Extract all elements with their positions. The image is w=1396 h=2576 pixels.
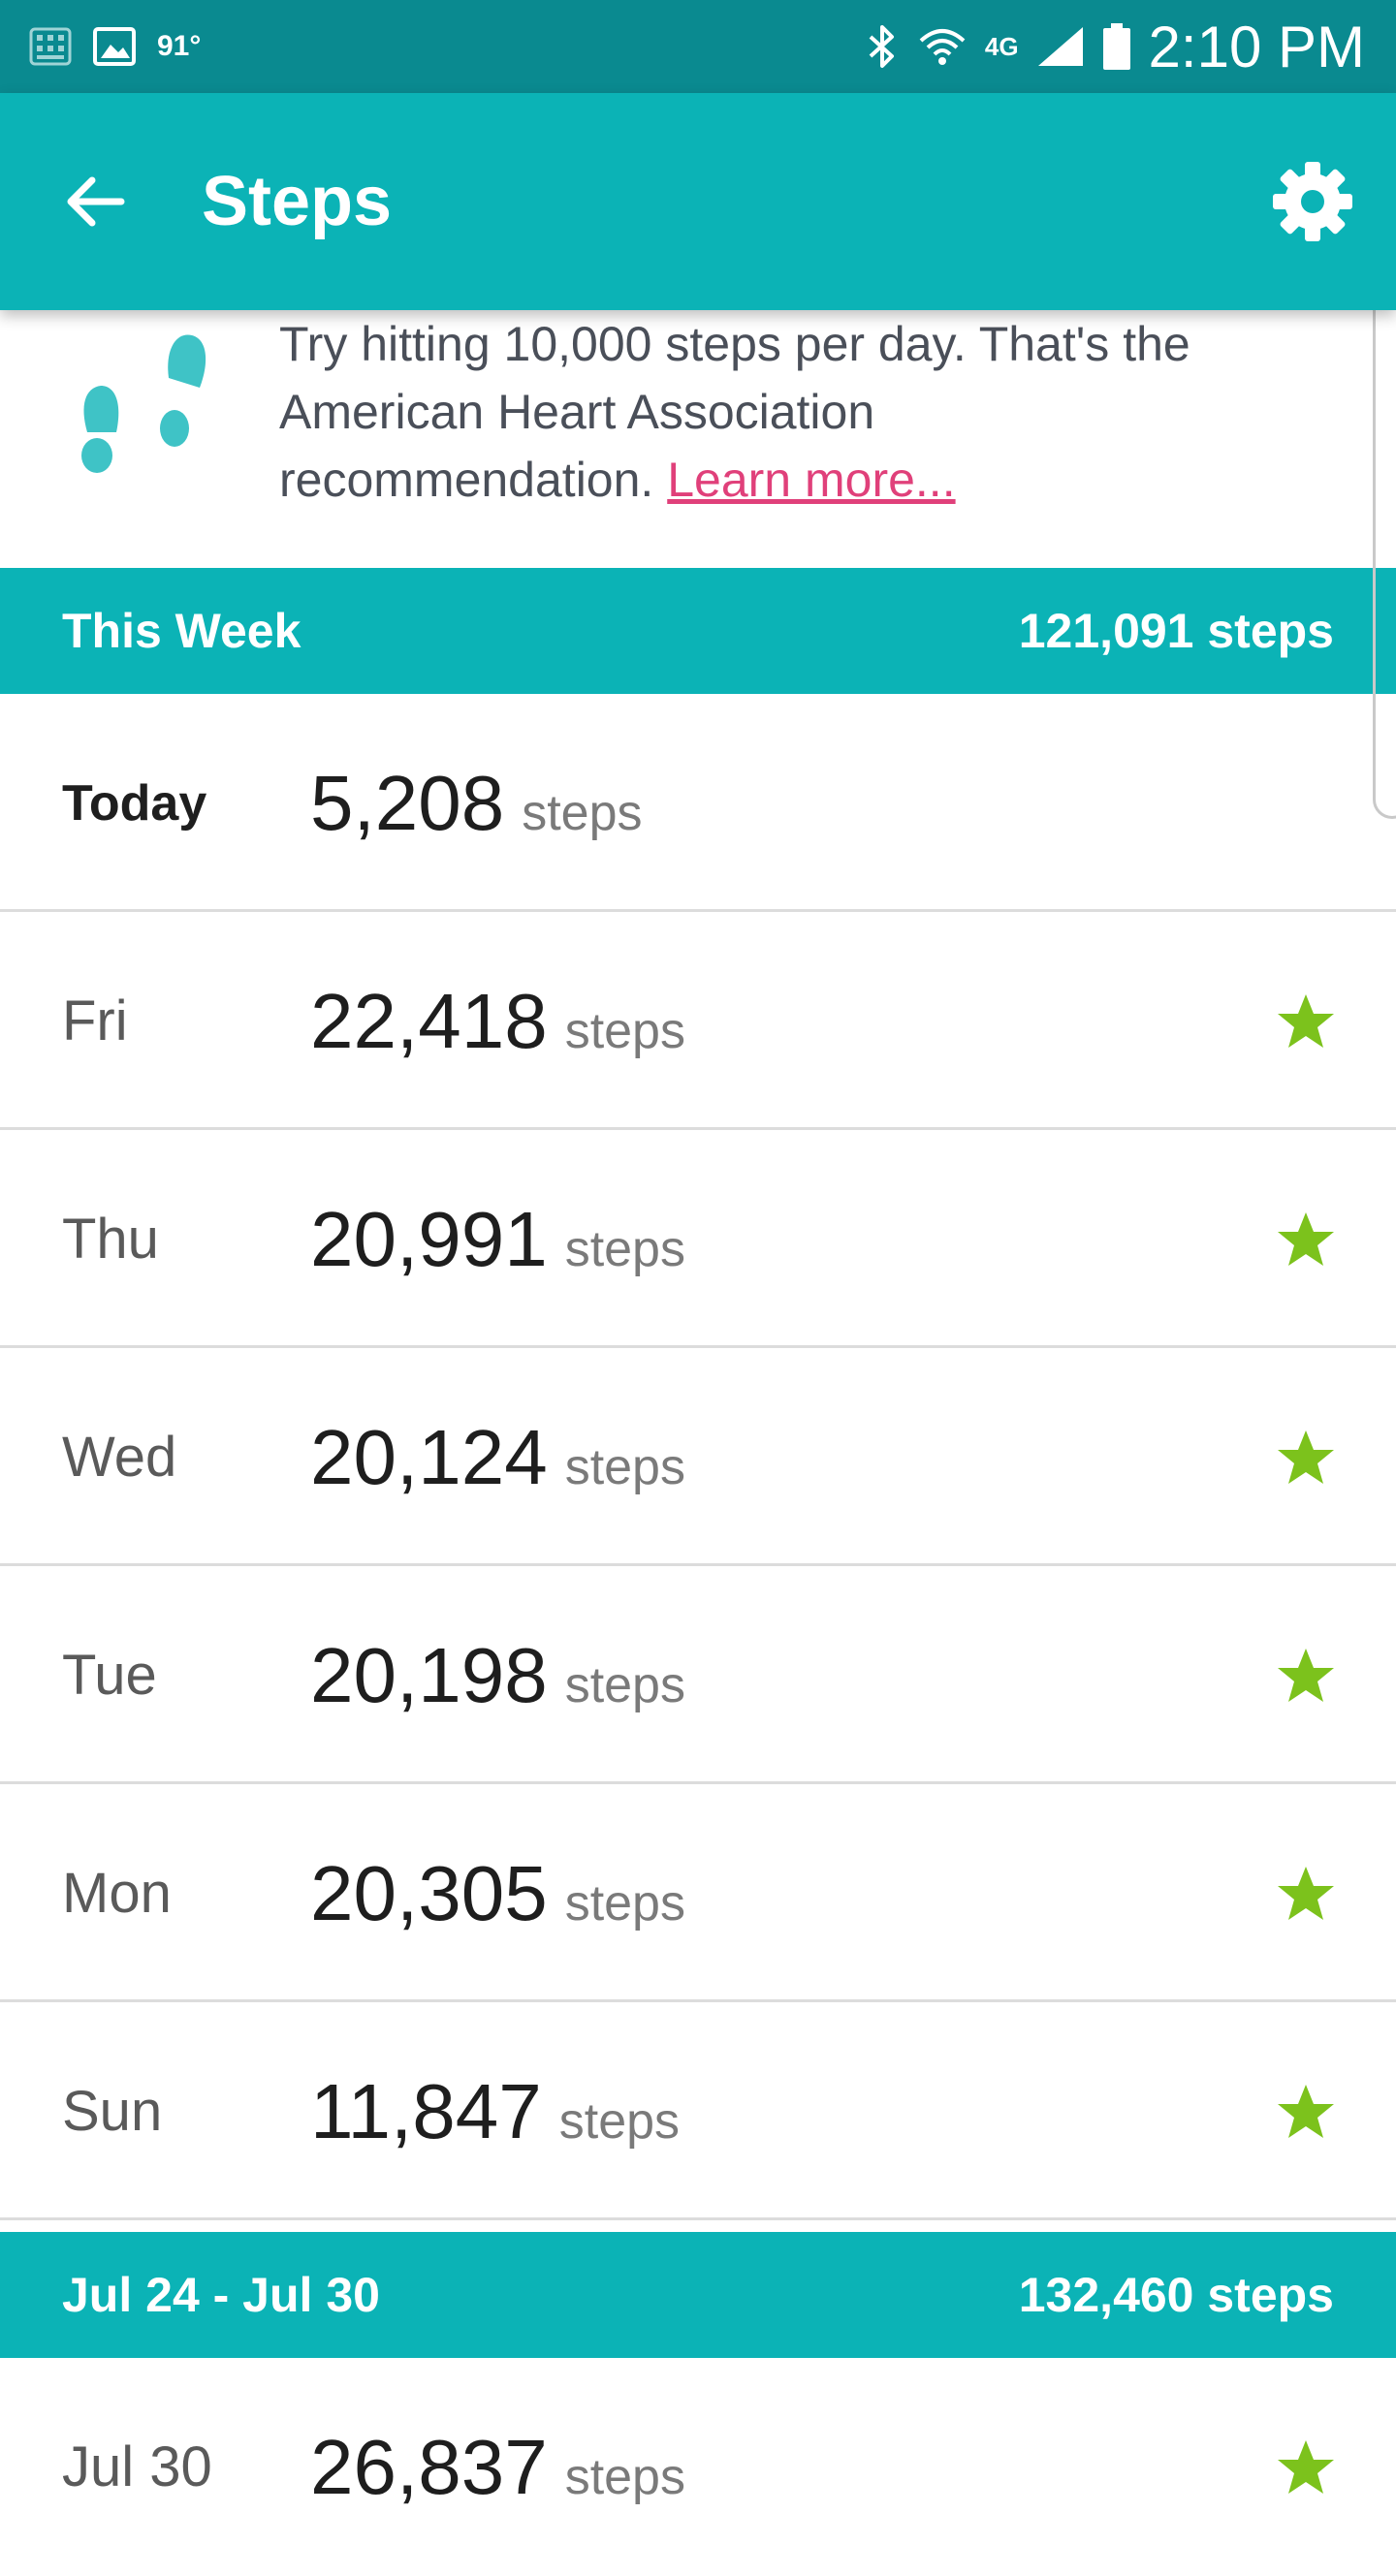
step-number: 22,418 [310,977,548,1064]
goal-met-star-icon [1276,1130,1336,1348]
step-number: 20,991 [310,1195,548,1282]
goal-met-star-icon [1276,1566,1336,1784]
settings-button[interactable] [1266,155,1359,248]
clock: 2:10 PM [1148,14,1365,79]
goal-met-star-icon [1276,2358,1336,2576]
prev-week-header: Jul 24 - Jul 30 132,460 steps [0,2232,1396,2358]
gear-icon [1273,162,1352,241]
steps-tip-card: Try hitting 10,000 steps per day. That's… [0,310,1396,568]
step-unit: steps [564,1438,685,1495]
step-number: 20,305 [310,1849,548,1936]
back-button[interactable] [48,155,142,248]
step-unit: steps [564,1656,685,1713]
day-label: Jul 30 [62,2435,212,2498]
day-label: Tue [62,1644,157,1707]
day-row-today[interactable]: Today 5,208 steps [0,694,1396,912]
day-label: Fri [62,990,128,1052]
temperature-indicator: 91° [157,30,202,62]
page-title: Steps [202,163,393,240]
step-number: 11,847 [310,2067,542,2154]
day-row-thu[interactable]: Thu 20,991 steps [0,1130,1396,1348]
step-count: 20,991 steps [310,1130,685,1348]
goal-met-star-icon [1276,1348,1336,1566]
day-row-mon[interactable]: Mon 20,305 steps [0,1784,1396,2002]
week-total: 121,091 steps [1018,604,1334,658]
week-label: Jul 24 - Jul 30 [62,2268,380,2322]
step-number: 20,124 [310,1413,548,1500]
footprints-icon [81,334,206,473]
day-row-tue[interactable]: Tue 20,198 steps [0,1566,1396,1784]
step-count: 20,305 steps [310,1784,685,2002]
goal-met-star-icon [1276,912,1336,1130]
app-bar: Steps [0,93,1396,310]
step-count: 20,124 steps [310,1348,685,1566]
day-label: Sun [62,2080,163,2143]
tip-text: Try hitting 10,000 steps per day. That's… [279,310,1249,514]
bluetooth-icon [869,25,894,68]
battery-icon [1102,23,1130,70]
step-unit: steps [564,1002,685,1059]
step-count: 11,847 steps [310,2002,680,2220]
step-count: 5,208 steps [310,694,643,912]
keyboard-notification-icon [29,27,72,66]
step-number: 5,208 [310,759,505,846]
day-label: Mon [62,1862,172,1925]
signal-strength-icon [1037,27,1083,66]
step-count: 20,198 steps [310,1566,685,1784]
week-label: This Week [62,604,301,658]
step-number: 26,837 [310,2423,548,2510]
day-row-sun[interactable]: Sun 11,847 steps [0,2002,1396,2220]
day-row-fri[interactable]: Fri 22,418 steps [0,912,1396,1130]
day-label: Wed [62,1426,177,1489]
week-total: 132,460 steps [1018,2268,1334,2322]
status-bar: 91° 4G 2:10 PM [0,0,1396,93]
step-unit: steps [522,784,643,841]
step-number: 20,198 [310,1631,548,1718]
this-week-header: This Week 121,091 steps [0,568,1396,694]
learn-more-link[interactable]: Learn more... [667,453,955,507]
goal-met-star-icon [1276,2002,1336,2220]
image-notification-icon [93,27,136,66]
step-count: 22,418 steps [310,912,685,1130]
goal-met-star-icon [1276,1784,1336,2002]
arrow-left-icon [67,176,125,227]
wifi-icon [919,29,966,65]
step-unit: steps [564,1874,685,1932]
step-unit: steps [558,2092,681,2150]
network-type-indicator: 4G [984,31,1019,61]
step-count: 26,837 steps [310,2358,685,2576]
day-label: Today [62,774,207,832]
day-row-jul-30[interactable]: Jul 30 26,837 steps [0,2358,1396,2576]
edge-panel-handle[interactable] [1373,247,1396,819]
day-row-wed[interactable]: Wed 20,124 steps [0,1348,1396,1566]
step-unit: steps [564,1220,685,1277]
day-label: Thu [62,1208,159,1271]
step-unit: steps [564,2448,685,2505]
